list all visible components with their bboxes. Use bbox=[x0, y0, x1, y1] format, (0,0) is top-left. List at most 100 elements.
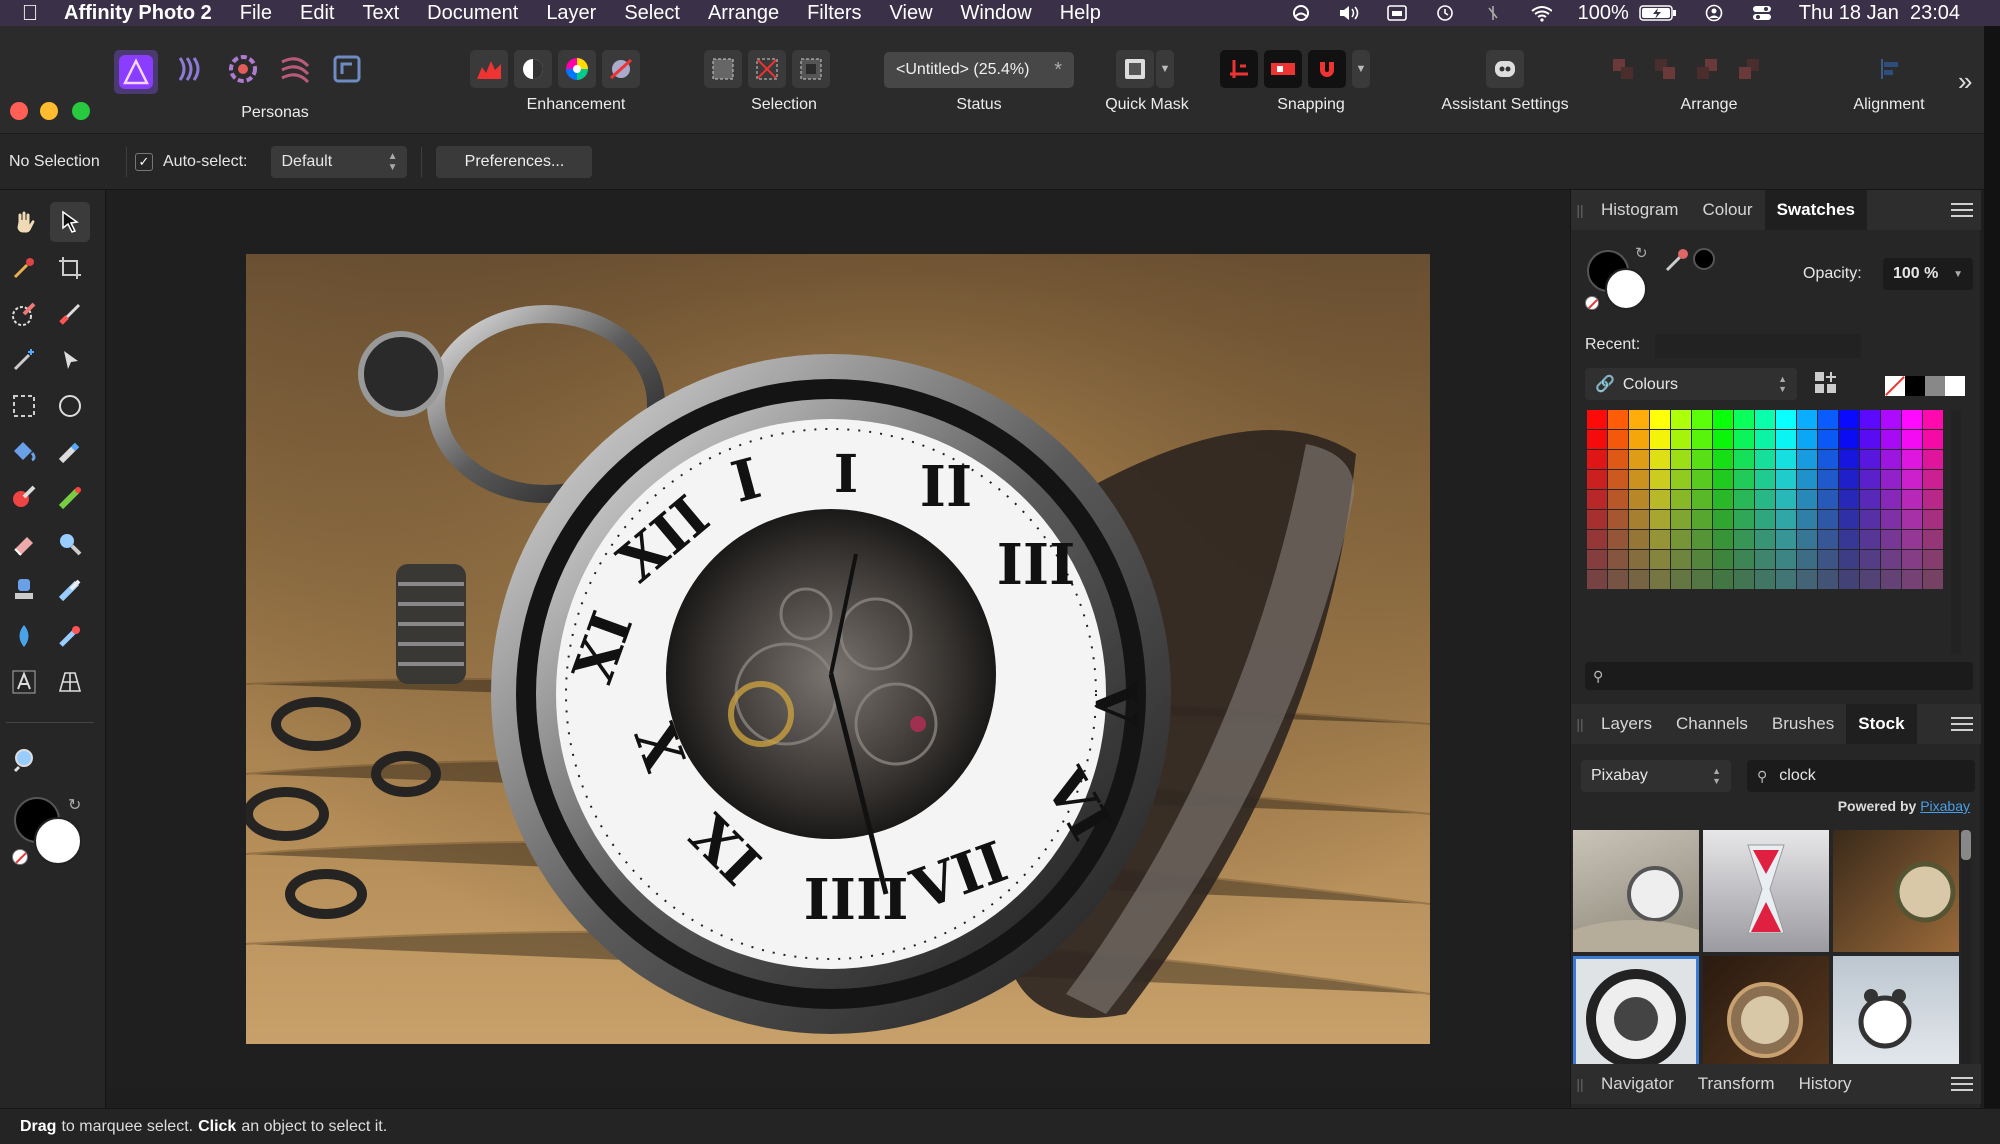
colour-swatch[interactable] bbox=[1902, 490, 1922, 509]
colour-swatch[interactable] bbox=[1713, 490, 1733, 509]
calendar-icon[interactable] bbox=[1386, 4, 1408, 22]
palette-dropdown[interactable]: 🔗 Colours ▲ ▼ bbox=[1585, 368, 1797, 400]
colour-swatch[interactable] bbox=[1818, 470, 1838, 489]
colour-swatch[interactable] bbox=[1587, 450, 1607, 469]
pixel-brush-tool[interactable] bbox=[50, 432, 90, 472]
add-palette-icon[interactable] bbox=[1813, 370, 1839, 401]
text-tool[interactable] bbox=[4, 662, 44, 702]
colour-swatch[interactable] bbox=[1692, 530, 1712, 549]
colour-swatch[interactable] bbox=[1797, 410, 1817, 429]
colour-swatch[interactable] bbox=[1650, 530, 1670, 549]
apple-logo-icon[interactable]:  bbox=[0, 0, 60, 26]
document-close-icon[interactable]: * bbox=[1054, 59, 1062, 82]
colour-swatch[interactable] bbox=[1671, 570, 1691, 589]
auto-colour-button[interactable] bbox=[558, 50, 596, 88]
node-tool[interactable] bbox=[50, 340, 90, 380]
menu-layer[interactable]: Layer bbox=[532, 2, 610, 25]
colour-swatch[interactable] bbox=[1881, 530, 1901, 549]
colour-swatch[interactable] bbox=[1608, 410, 1628, 429]
colour-swatch[interactable] bbox=[1629, 530, 1649, 549]
colour-swatch[interactable] bbox=[1671, 510, 1691, 529]
colour-swatch[interactable] bbox=[1923, 570, 1943, 589]
move-back-one-button[interactable] bbox=[1646, 50, 1684, 88]
colour-swatch[interactable] bbox=[1818, 550, 1838, 569]
colour-swatch[interactable] bbox=[1797, 570, 1817, 589]
colour-swatch[interactable] bbox=[1860, 490, 1880, 509]
colour-swatch[interactable] bbox=[1587, 530, 1607, 549]
tab-colour[interactable]: Colour bbox=[1690, 190, 1764, 230]
colour-swatch[interactable] bbox=[1608, 570, 1628, 589]
colour-swatch[interactable] bbox=[1755, 530, 1775, 549]
colour-swatch[interactable] bbox=[1860, 430, 1880, 449]
tab-stock[interactable]: Stock bbox=[1846, 704, 1917, 744]
colour-swatch[interactable] bbox=[1650, 450, 1670, 469]
hand-tool[interactable] bbox=[4, 202, 44, 242]
colour-swatch[interactable] bbox=[1860, 410, 1880, 429]
colour-swatch[interactable] bbox=[1692, 430, 1712, 449]
colour-swatch[interactable] bbox=[1755, 410, 1775, 429]
clone-tool[interactable] bbox=[4, 570, 44, 610]
stock-thumbnail[interactable] bbox=[1833, 956, 1959, 1080]
develop-persona-button[interactable] bbox=[224, 50, 262, 88]
colour-swatch[interactable] bbox=[1713, 550, 1733, 569]
colour-swatch[interactable] bbox=[1797, 510, 1817, 529]
colour-swatch[interactable] bbox=[1923, 550, 1943, 569]
colour-swatch[interactable] bbox=[1692, 490, 1712, 509]
colour-swatch[interactable] bbox=[1839, 410, 1859, 429]
colour-swatch[interactable] bbox=[1671, 530, 1691, 549]
colour-swatch[interactable] bbox=[1860, 570, 1880, 589]
colour-swatch[interactable] bbox=[1923, 530, 1943, 549]
tab-transform[interactable]: Transform bbox=[1686, 1064, 1787, 1104]
assistant-settings-button[interactable] bbox=[1486, 50, 1524, 88]
secondary-colour-swatch[interactable] bbox=[34, 817, 82, 865]
colour-swatch[interactable] bbox=[1797, 430, 1817, 449]
swatches-colour-well[interactable]: ↻ bbox=[1585, 245, 1655, 318]
tab-brushes[interactable]: Brushes bbox=[1760, 704, 1846, 744]
colour-swatch[interactable] bbox=[1923, 430, 1943, 449]
colour-swatch[interactable] bbox=[1755, 510, 1775, 529]
colour-swatch[interactable] bbox=[1713, 450, 1733, 469]
colour-swatch[interactable] bbox=[1839, 490, 1859, 509]
colour-swatch[interactable] bbox=[1734, 490, 1754, 509]
menu-text[interactable]: Text bbox=[348, 2, 413, 25]
colour-swatch[interactable] bbox=[1692, 550, 1712, 569]
colour-swatch[interactable] bbox=[1923, 490, 1943, 509]
menu-help[interactable]: Help bbox=[1046, 2, 1115, 25]
invert-selection-button[interactable] bbox=[792, 50, 830, 88]
battery-icon[interactable] bbox=[1639, 4, 1677, 22]
colour-swatch[interactable] bbox=[1776, 550, 1796, 569]
eraser-tool[interactable] bbox=[4, 524, 44, 564]
colour-swatch[interactable] bbox=[1776, 430, 1796, 449]
color-picker-tool[interactable] bbox=[4, 248, 44, 288]
colour-swatch[interactable] bbox=[1881, 550, 1901, 569]
colour-swatch[interactable] bbox=[1629, 430, 1649, 449]
colour-swatch[interactable] bbox=[1881, 570, 1901, 589]
marquee-tool[interactable] bbox=[4, 386, 44, 426]
snapping-toggle-button[interactable] bbox=[1220, 50, 1258, 88]
tab-swatches[interactable]: Swatches bbox=[1764, 190, 1867, 230]
tab-history[interactable]: History bbox=[1787, 1064, 1864, 1104]
smudge-tool[interactable] bbox=[50, 570, 90, 610]
stock-thumbnail[interactable] bbox=[1703, 956, 1829, 1080]
auto-select-mode-dropdown[interactable]: Default ▲ ▼ bbox=[271, 145, 408, 178]
tab-navigator[interactable]: Navigator bbox=[1589, 1064, 1686, 1104]
creative-cloud-icon[interactable] bbox=[1290, 4, 1312, 22]
no-colour-icon[interactable] bbox=[1585, 296, 1599, 310]
stock-provider-dropdown[interactable]: Pixabay ▲ ▼ bbox=[1581, 760, 1731, 792]
colour-swatch[interactable] bbox=[1818, 450, 1838, 469]
colour-swatch[interactable] bbox=[1734, 410, 1754, 429]
colour-swatch[interactable] bbox=[1755, 570, 1775, 589]
document-status-display[interactable]: <Untitled> (25.4%) * bbox=[884, 52, 1074, 88]
stock-scrollbar[interactable] bbox=[1961, 830, 1971, 1080]
menu-arrange[interactable]: Arrange bbox=[694, 2, 793, 25]
colour-swatch[interactable] bbox=[1902, 450, 1922, 469]
alignment-button[interactable] bbox=[1872, 50, 1910, 88]
colour-swatch[interactable] bbox=[1755, 450, 1775, 469]
colour-swatch[interactable] bbox=[1713, 470, 1733, 489]
auto-white-balance-button[interactable] bbox=[602, 50, 640, 88]
colour-swatch[interactable] bbox=[1902, 550, 1922, 569]
colour-swatch[interactable] bbox=[1650, 410, 1670, 429]
close-window-button[interactable] bbox=[10, 102, 28, 120]
colour-swatch[interactable] bbox=[1608, 490, 1628, 509]
colour-swatch[interactable] bbox=[1692, 450, 1712, 469]
